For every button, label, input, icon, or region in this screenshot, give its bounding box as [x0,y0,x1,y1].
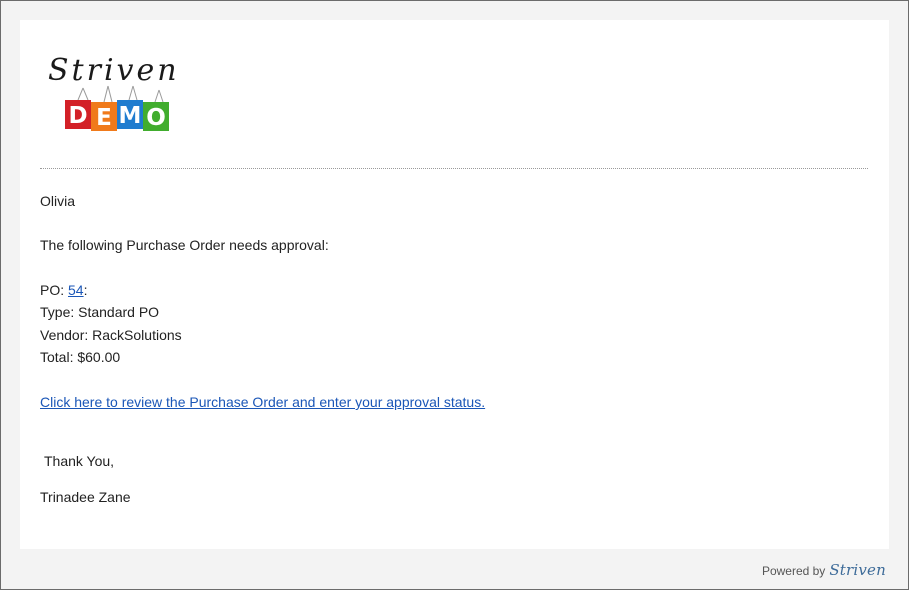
email-frame: Striven DEMO Olivia The following Purcha… [0,0,909,590]
po-suffix: : [83,282,88,298]
logo-tile-d: D [65,100,91,129]
greeting: Olivia [40,193,76,209]
po-number-link[interactable]: 54 [68,282,84,298]
total-line: Total: $60.00 [40,349,121,365]
logo-tile-letter: E [96,105,112,131]
po-line: PO: 54: [40,282,87,298]
logo-tile-o: O [143,102,169,131]
header-divider [40,168,868,169]
logo-tile-e: E [91,102,117,131]
logo-tile-m: M [117,100,143,129]
logo-strings [77,85,164,103]
email-card: Striven DEMO Olivia The following Purcha… [20,20,889,549]
powered-by-label: Powered by [761,564,826,578]
logo-tile-letter: M [119,103,142,129]
logo-script-text: Striven [48,53,180,88]
striven-demo-logo: Striven DEMO [48,53,180,131]
intro-text: The following Purchase Order needs appro… [40,237,329,253]
powered-by-footer: Powered by Striven [762,561,886,579]
type-line: Type: Standard PO [40,304,160,320]
striven-brand-link[interactable]: Striven [829,561,886,579]
po-label: PO: [40,282,69,298]
logo-tile-letter: O [146,105,166,131]
signature: Trinadee Zane [40,489,131,505]
logo-tile-letter: D [68,103,87,129]
vendor-line: Vendor: RackSolutions [40,327,182,343]
thanks-text: Thank You, [44,453,115,469]
review-purchase-order-link[interactable]: Click here to review the Purchase Order … [40,394,485,410]
